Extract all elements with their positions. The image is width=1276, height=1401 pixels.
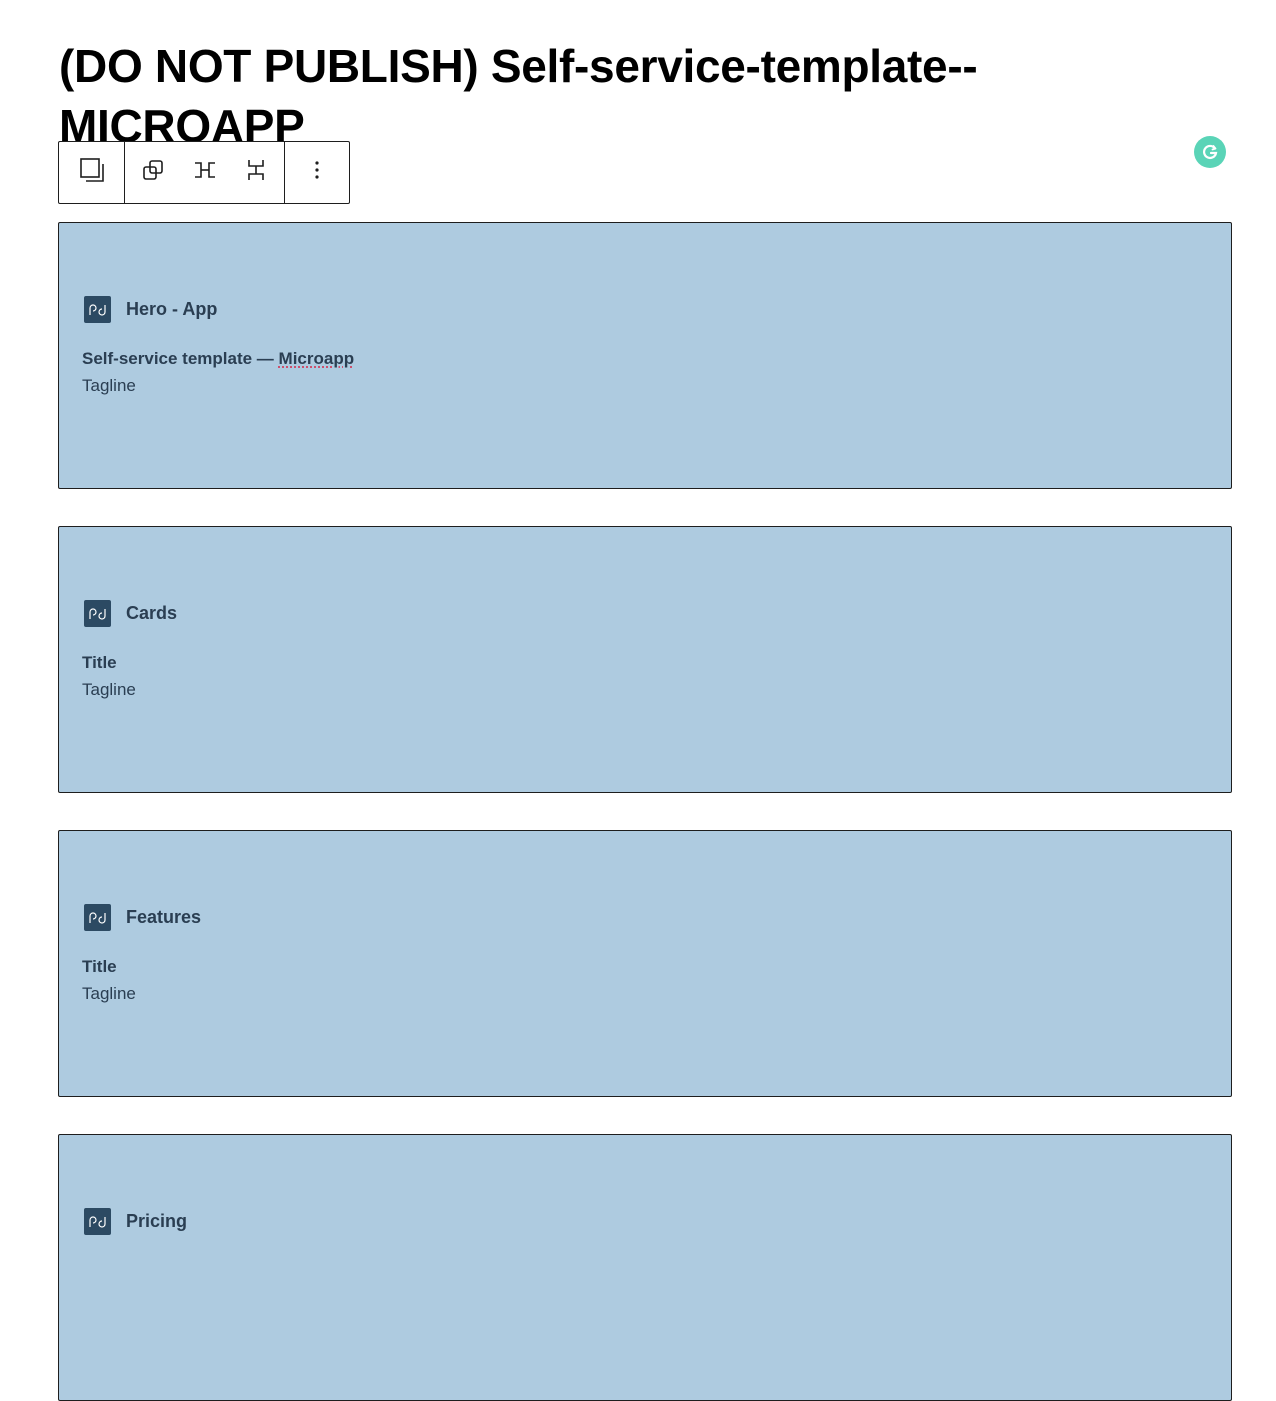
block-pricing[interactable]: Pricing: [58, 1134, 1232, 1401]
block-title-text: Self-service template —: [82, 349, 279, 368]
block-name: Cards: [126, 603, 178, 623]
page-title[interactable]: (DO NOT PUBLISH) Self-service-template--…: [59, 36, 1159, 146]
block-logo-icon: [84, 600, 111, 627]
block-toolbar: [58, 141, 350, 204]
block-parent-icon: [78, 156, 106, 189]
block-name: Hero - App: [126, 299, 218, 319]
toolbar-group-parent: [59, 142, 125, 203]
block-features[interactable]: Features Title Tagline: [58, 830, 1232, 1097]
block-name: Features: [126, 907, 202, 927]
toolbar-group-options: [285, 142, 349, 203]
justify-vertical-icon: [244, 158, 268, 187]
select-parent-button[interactable]: [59, 142, 124, 203]
block-logo-icon: [84, 1208, 111, 1235]
duplicate-icon: [141, 158, 165, 187]
block-cards[interactable]: Cards Title Tagline: [58, 526, 1232, 793]
block-title[interactable]: Title: [82, 653, 117, 673]
block-tagline[interactable]: Tagline: [82, 680, 136, 700]
block-title[interactable]: Title: [82, 957, 117, 977]
block-logo-icon: [84, 904, 111, 931]
block-hero-app[interactable]: Hero - App Self-service template — Micro…: [58, 222, 1232, 489]
block-header: Cards: [84, 600, 177, 627]
block-name: Pricing: [126, 1211, 188, 1231]
block-header: Pricing: [84, 1208, 187, 1235]
more-options-button[interactable]: [285, 142, 349, 203]
justify-horizontal-button[interactable]: [181, 142, 229, 203]
block-tagline[interactable]: Tagline: [82, 984, 136, 1004]
grammarly-icon[interactable]: [1194, 136, 1226, 168]
toolbar-group-transform: [125, 142, 285, 203]
block-header: Hero - App: [84, 296, 217, 323]
duplicate-button[interactable]: [129, 142, 177, 203]
more-options-icon: [305, 158, 329, 187]
justify-horizontal-icon: [193, 158, 217, 187]
block-logo-icon: [84, 296, 111, 323]
block-header: Features: [84, 904, 201, 931]
block-tagline[interactable]: Tagline: [82, 376, 136, 396]
block-title-misspelled: Microapp: [278, 349, 355, 368]
block-title[interactable]: Self-service template — Microapp: [82, 349, 354, 369]
justify-vertical-button[interactable]: [232, 142, 280, 203]
